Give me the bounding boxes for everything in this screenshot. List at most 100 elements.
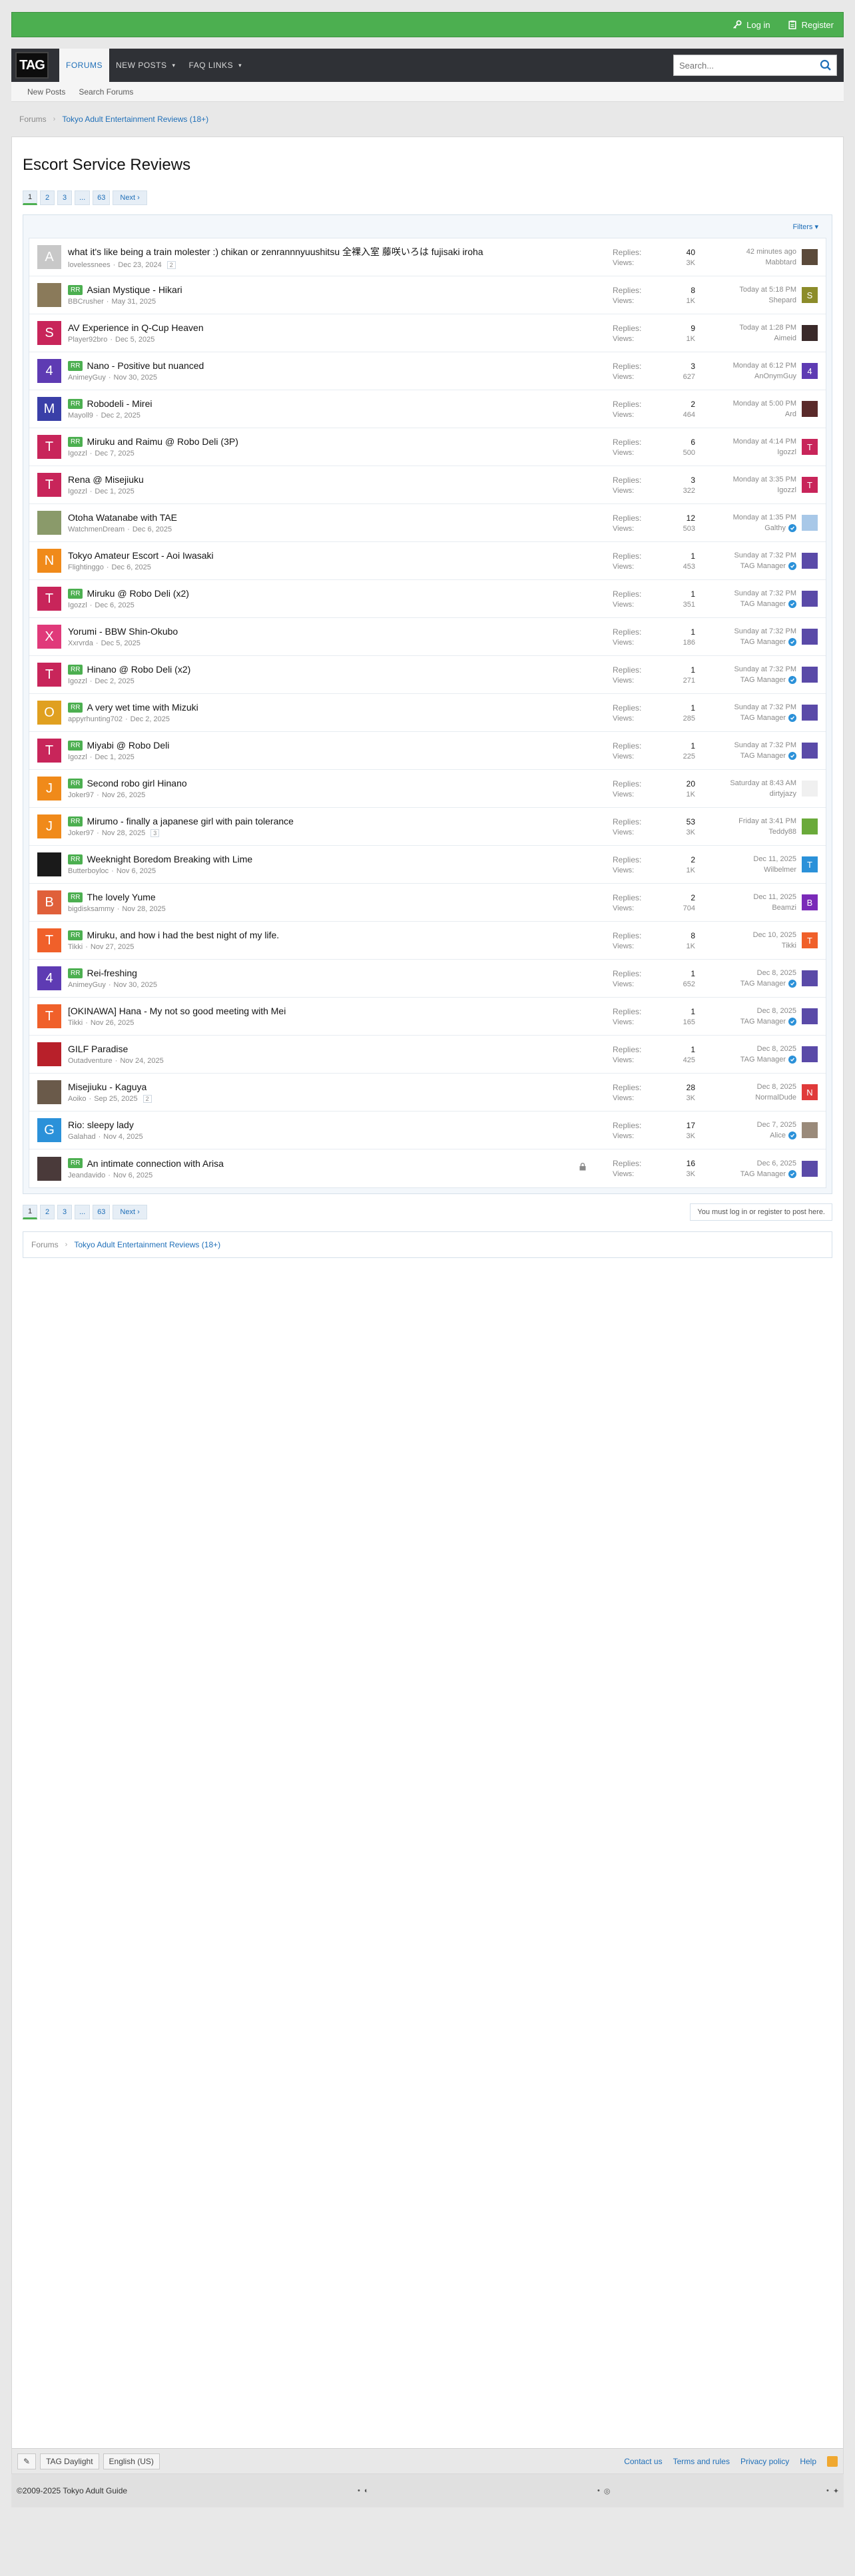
thread-row[interactable]: N Tokyo Amateur Escort - Aoi Iwasaki Fligh… xyxy=(29,542,826,580)
author-avatar[interactable]: J xyxy=(37,777,61,801)
thread-title[interactable]: An intimate connection with Arisa xyxy=(87,1158,223,1169)
last-post-user[interactable]: Wilbelmer xyxy=(764,866,796,874)
thread-title[interactable]: A very wet time with Mizuki xyxy=(87,702,198,713)
thread-row[interactable]: T RR Hinano @ Robo Deli (x2) Igozzl · Dec 2, … xyxy=(29,656,826,694)
last-post-time[interactable]: Saturday at 8:43 AM xyxy=(730,779,796,787)
footer-link-contact[interactable]: Contact us xyxy=(624,2457,662,2466)
author-avatar[interactable]: X xyxy=(37,625,61,649)
last-post-user[interactable]: Teddy88 xyxy=(768,828,796,836)
author-avatar[interactable]: J xyxy=(37,814,61,838)
tab-faq-links[interactable]: FAQ LINKS ▾ xyxy=(182,49,249,82)
thread-author[interactable]: Galahad xyxy=(68,1133,96,1141)
last-post-user[interactable]: NormalDude xyxy=(755,1094,796,1102)
thread-prefix[interactable]: RR xyxy=(68,664,83,675)
author-avatar[interactable]: B xyxy=(37,890,61,914)
last-post-time[interactable]: Dec 8, 2025 xyxy=(757,1007,796,1015)
last-poster-avatar[interactable]: N xyxy=(802,1084,818,1100)
filters-button[interactable]: Filters ▾ xyxy=(792,222,818,231)
thread-row[interactable]: 4 RR Rei-freshing AnimeyGuy · Nov 30, 2025 Rep… xyxy=(29,960,826,998)
thread-author[interactable]: Joker97 xyxy=(68,791,94,799)
thread-row[interactable]: J RR Mirumo - finally a japanese girl with… xyxy=(29,808,826,846)
thread-prefix[interactable]: RR xyxy=(68,588,83,599)
ghost-icon[interactable]: ◐ xyxy=(364,2487,369,2495)
author-avatar[interactable]: 4 xyxy=(37,966,61,990)
author-avatar[interactable]: 4 xyxy=(37,359,61,383)
thread-author[interactable]: Igozzl xyxy=(68,450,87,458)
thread-author[interactable]: AnimeyGuy xyxy=(68,374,106,382)
thread-title[interactable]: Asian Mystique - Hikari xyxy=(87,284,182,295)
register-link[interactable]: Register xyxy=(788,20,834,30)
author-avatar[interactable]: N xyxy=(37,549,61,573)
footer-link-help[interactable]: Help xyxy=(800,2457,816,2466)
last-post-time[interactable]: Monday at 3:35 PM xyxy=(733,476,796,483)
thread-title[interactable]: Yorumi - BBW Shin-Okubo xyxy=(68,626,178,637)
last-post-time[interactable]: Monday at 1:35 PM xyxy=(733,513,796,521)
subnav-new-posts[interactable]: New Posts xyxy=(27,87,65,97)
thread-title[interactable]: Mirumo - finally a japanese girl with pa… xyxy=(87,816,293,826)
last-post-time[interactable]: Monday at 5:00 PM xyxy=(733,400,796,408)
thread-author[interactable]: Aoiko xyxy=(68,1095,87,1103)
thread-prefix[interactable]: RR xyxy=(68,702,83,713)
last-post-user[interactable]: TAG Manager xyxy=(740,562,786,570)
thread-author[interactable]: AnimeyGuy xyxy=(68,981,106,989)
last-poster-avatar[interactable]: T xyxy=(802,477,818,493)
thread-row[interactable]: Otoha Watanabe with TAE WatchmenDream · Dec… xyxy=(29,504,826,542)
thread-author[interactable]: Igozzl xyxy=(68,487,87,495)
last-poster-avatar[interactable] xyxy=(802,818,818,834)
last-post-user[interactable]: Tikki xyxy=(782,942,796,950)
author-avatar[interactable] xyxy=(37,1042,61,1066)
author-avatar[interactable]: T xyxy=(37,435,61,459)
last-post-user[interactable]: TAG Manager xyxy=(740,638,786,646)
last-poster-avatar[interactable] xyxy=(802,1008,818,1024)
last-post-user[interactable]: Beamzi xyxy=(772,904,796,912)
breadcrumb-forums[interactable]: Forums xyxy=(31,1240,59,1249)
last-poster-avatar[interactable] xyxy=(802,1160,818,1177)
thread-author[interactable]: Outadventure xyxy=(68,1057,113,1065)
author-avatar[interactable]: T xyxy=(37,928,61,952)
thread-title[interactable]: what it's like being a train molester :)… xyxy=(68,245,483,258)
last-poster-avatar[interactable] xyxy=(802,515,818,531)
author-avatar[interactable]: A xyxy=(37,245,61,269)
last-poster-avatar[interactable] xyxy=(802,249,818,265)
last-poster-avatar[interactable]: 4 xyxy=(802,363,818,379)
thread-author[interactable]: Joker97 xyxy=(68,829,94,837)
last-poster-avatar[interactable] xyxy=(802,325,818,341)
last-poster-avatar[interactable]: S xyxy=(802,287,818,303)
author-avatar[interactable]: O xyxy=(37,701,61,725)
footer-link-privacy[interactable]: Privacy policy xyxy=(740,2457,789,2466)
last-post-user[interactable]: TAG Manager xyxy=(740,1170,786,1178)
author-avatar[interactable]: T xyxy=(37,663,61,687)
page-jump[interactable]: ... xyxy=(75,190,91,205)
last-post-time[interactable]: Sunday at 7:32 PM xyxy=(734,703,796,711)
thread-title[interactable]: Miruku and Raimu @ Robo Deli (3P) xyxy=(87,436,238,447)
last-post-user[interactable]: Mabbtard xyxy=(766,258,796,266)
author-avatar[interactable]: T xyxy=(37,739,61,763)
thread-row[interactable]: T [OKINAWA] Hana - My not so good meeting… xyxy=(29,998,826,1036)
author-avatar[interactable] xyxy=(37,1080,61,1104)
last-post-time[interactable]: Dec 8, 2025 xyxy=(757,1045,796,1053)
page-link[interactable]: 2 xyxy=(40,1205,55,1219)
thread-prefix[interactable]: RR xyxy=(68,360,83,371)
last-post-user[interactable]: TAG Manager xyxy=(740,1056,786,1064)
thread-author[interactable]: Igozzl xyxy=(68,601,87,609)
last-post-user[interactable]: Shepard xyxy=(768,296,796,304)
last-post-time[interactable]: Dec 8, 2025 xyxy=(757,1083,796,1091)
thread-page-link[interactable]: 2 xyxy=(166,261,176,269)
thread-author[interactable]: Player92bro xyxy=(68,336,107,344)
thread-title[interactable]: Rei-freshing xyxy=(87,968,137,978)
last-post-user[interactable]: Igozzl xyxy=(777,486,796,494)
thread-row[interactable]: T RR Miruku and Raimu @ Robo Deli (3P) Igoz… xyxy=(29,428,826,466)
thread-title[interactable]: Hinano @ Robo Deli (x2) xyxy=(87,664,190,675)
last-post-user[interactable]: TAG Manager xyxy=(740,714,786,722)
thread-title[interactable]: Rena @ Misejiuku xyxy=(68,474,144,485)
search-input[interactable] xyxy=(674,60,815,71)
thread-row[interactable]: X Yorumi - BBW Shin-Okubo Xxrvrda · Dec 5, 2… xyxy=(29,618,826,656)
page-link[interactable]: 1 xyxy=(23,1205,37,1219)
thread-row[interactable]: 4 RR Nano - Positive but nuanced AnimeyGuy ·… xyxy=(29,352,826,390)
last-poster-avatar[interactable]: T xyxy=(802,439,818,455)
language-chooser[interactable]: English (US) xyxy=(103,2453,160,2469)
thread-row[interactable]: RR An intimate connection with Arisa Jeand… xyxy=(29,1149,826,1187)
breadcrumb-forums[interactable]: Forums xyxy=(19,115,47,124)
last-poster-avatar[interactable] xyxy=(802,970,818,986)
last-poster-avatar[interactable]: T xyxy=(802,856,818,872)
